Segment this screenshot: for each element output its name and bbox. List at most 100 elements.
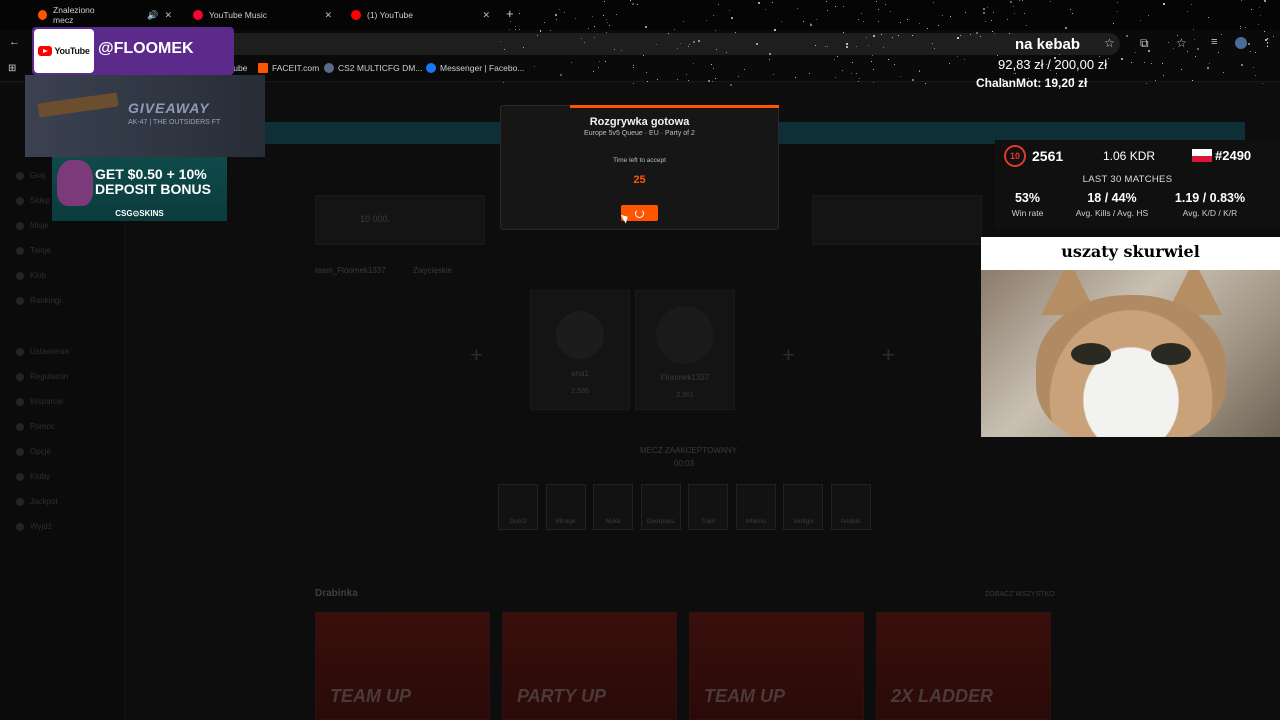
- nav-item[interactable]: Jackpot: [16, 497, 58, 506]
- mascot-image: [57, 160, 93, 206]
- ladder-see-all-link[interactable]: ZOBACZ WSZYSTKO: [985, 591, 1055, 598]
- star: [862, 21, 864, 23]
- channel-handle: @FLOOMEK: [98, 40, 194, 57]
- speaker-icon[interactable]: 🔊: [147, 10, 158, 21]
- nav-item[interactable]: Sklep: [16, 196, 50, 205]
- promo-card[interactable]: PARTY UP: [502, 612, 677, 720]
- star: [730, 17, 733, 20]
- star: [632, 66, 634, 68]
- star: [604, 60, 606, 62]
- map-tile[interactable]: Overpass: [640, 484, 681, 530]
- star: [937, 24, 939, 26]
- star: [796, 7, 798, 9]
- nav-item[interactable]: Rankingi: [16, 296, 61, 305]
- bookmark-cs2-cfg[interactable]: CS2 MULTICFG DM...: [324, 63, 422, 73]
- tab-faceit[interactable]: Znaleziono mecz 🔊 ✕: [30, 3, 180, 27]
- map-tile[interactable]: Vertigo: [783, 484, 823, 530]
- bookmark-star-icon[interactable]: ☆: [1104, 36, 1115, 50]
- add-player-icon[interactable]: +: [882, 342, 895, 368]
- star: [1250, 8, 1252, 10]
- nav-item[interactable]: Twoje: [16, 246, 51, 255]
- add-player-icon[interactable]: +: [470, 342, 483, 368]
- tab-youtube-music[interactable]: YouTube Music ✕: [185, 3, 340, 27]
- star: [964, 12, 966, 14]
- map-tile[interactable]: Dust2: [498, 484, 538, 530]
- nav-item[interactable]: Misje: [16, 221, 49, 230]
- faceit-icon: [258, 63, 268, 73]
- nav-item[interactable]: Pomoc: [16, 422, 55, 431]
- star: [1054, 56, 1057, 59]
- star: [956, 37, 959, 40]
- back-arrow-icon[interactable]: ←: [9, 36, 20, 48]
- star: [1241, 63, 1244, 66]
- promo-card[interactable]: TEAM UP: [315, 612, 490, 720]
- star: [539, 29, 541, 31]
- avatar: [556, 311, 604, 359]
- nav-icon: [16, 246, 24, 255]
- map-tile[interactable]: Inferno: [735, 484, 776, 530]
- star: [687, 45, 689, 47]
- bookmark-faceit[interactable]: FACEIT.com: [258, 63, 319, 73]
- modal-title: Rozgrywka gotowa: [589, 116, 690, 128]
- map-tile[interactable]: Train: [688, 484, 728, 530]
- star: [615, 14, 617, 16]
- add-player-icon[interactable]: +: [782, 342, 795, 368]
- cat-image: [981, 270, 1280, 437]
- ladder-title: Drabinka: [315, 588, 358, 599]
- nav-icon: [16, 347, 24, 356]
- deposit-bonus-text: GET $0.50 + 10% DEPOSIT BONUS: [95, 166, 211, 197]
- nav-item[interactable]: Klub: [16, 271, 46, 280]
- star: [631, 3, 634, 6]
- star: [563, 12, 565, 14]
- star: [899, 22, 901, 24]
- apps-grid-icon[interactable]: ⊞: [8, 63, 16, 74]
- map-tile[interactable]: Mirage: [545, 484, 586, 530]
- close-tab-icon[interactable]: ✕: [324, 10, 332, 21]
- promo-card[interactable]: TEAM UP: [689, 612, 864, 720]
- profile-avatar[interactable]: [1235, 37, 1247, 49]
- star: [871, 60, 873, 62]
- favorite-star-icon[interactable]: ☆: [1176, 36, 1187, 50]
- star: [606, 18, 608, 20]
- nav-item[interactable]: Opcje: [16, 447, 51, 456]
- nav-item[interactable]: Wsparcie: [16, 397, 63, 406]
- nav-item[interactable]: Regulamin: [16, 372, 68, 381]
- nav-icon: [16, 296, 24, 305]
- youtube-favicon-icon: [351, 10, 361, 20]
- mission-card: [812, 195, 982, 245]
- close-tab-icon[interactable]: ✕: [482, 10, 490, 21]
- bookmark-messenger[interactable]: Messenger | Facebo...: [426, 63, 524, 73]
- avg-kd-value: 1.19 / 0.83%: [1174, 191, 1246, 205]
- close-tab-icon[interactable]: ✕: [164, 10, 172, 21]
- time-left-label: Time left to accept: [613, 157, 666, 164]
- map-tile[interactable]: Nuke: [593, 484, 633, 530]
- nav-item[interactable]: Ustawienia: [16, 347, 69, 356]
- nav-item[interactable]: Kluby: [16, 472, 50, 481]
- star: [1208, 16, 1210, 18]
- media-control-icon[interactable]: ≡: [1211, 36, 1217, 48]
- win-rate-value: 53%: [1014, 191, 1041, 205]
- avg-kills-label: Avg. Kills / Avg. HS: [1075, 208, 1149, 218]
- star: [1191, 79, 1193, 81]
- nav-item[interactable]: Graj: [16, 171, 45, 180]
- new-tab-button[interactable]: +: [506, 6, 514, 21]
- star: [949, 16, 951, 18]
- star: [509, 28, 511, 30]
- team-name: team_Floomek1337: [315, 266, 386, 275]
- nav-icon: [16, 271, 24, 280]
- star: [537, 34, 539, 36]
- star: [996, 55, 998, 56]
- nav-item[interactable]: Wyjdź: [16, 522, 52, 531]
- star: [893, 63, 895, 65]
- map-tile[interactable]: Anubis: [830, 484, 871, 530]
- star: [771, 1, 773, 3]
- extensions-icon[interactable]: ⧉: [1140, 36, 1149, 51]
- country-rank: #2490: [1215, 148, 1252, 163]
- nav-icon: [16, 221, 24, 230]
- tab-youtube[interactable]: (1) YouTube ✕: [343, 3, 498, 27]
- nav-icon: [16, 497, 24, 506]
- nav-icon: [16, 171, 24, 180]
- star: [656, 78, 658, 80]
- menu-kebab-icon[interactable]: ⋮: [1262, 36, 1273, 49]
- promo-card[interactable]: 2X LADDER: [876, 612, 1051, 720]
